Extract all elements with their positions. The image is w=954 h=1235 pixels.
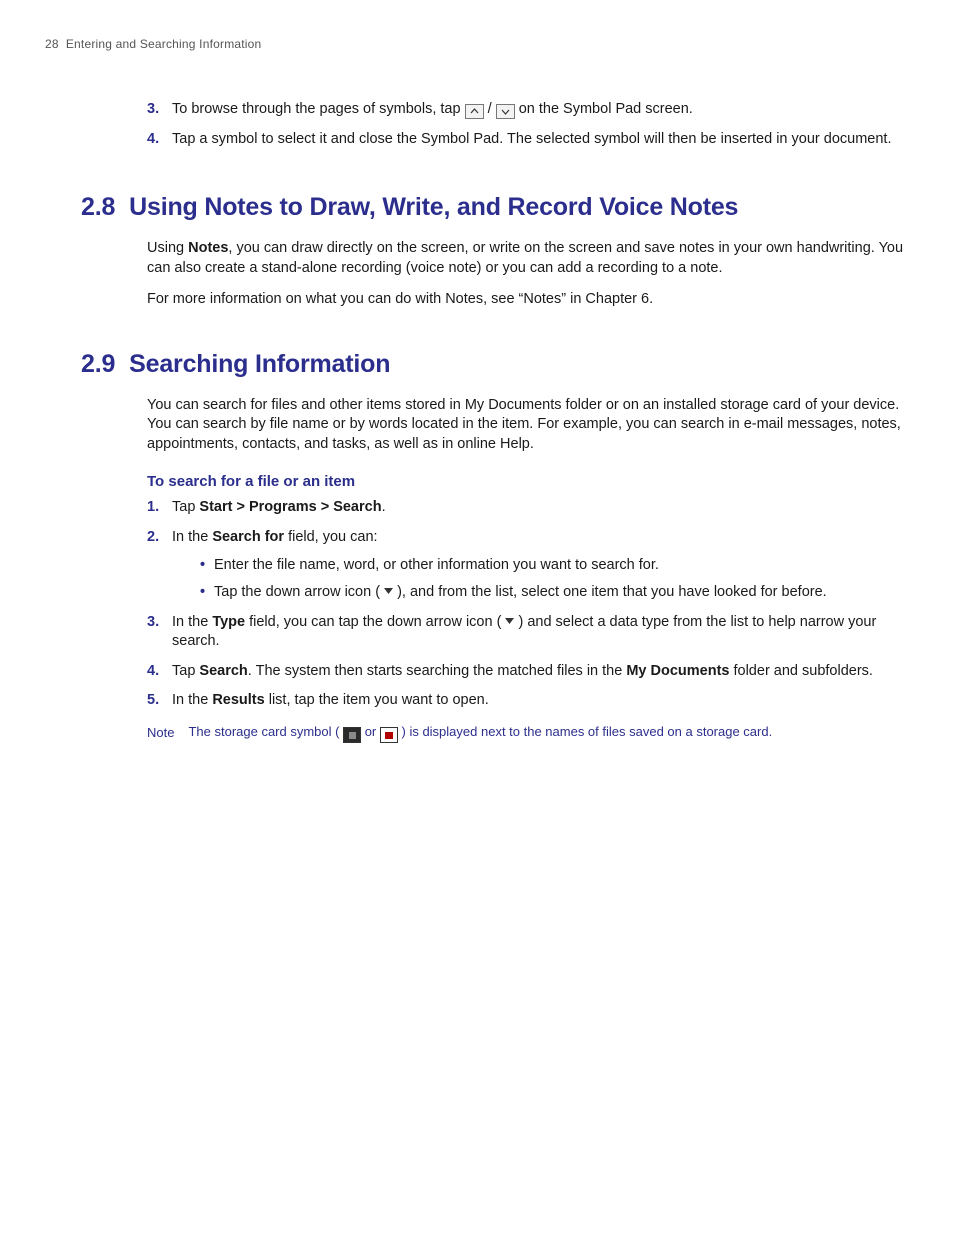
list-marker: 4. [147,130,159,150]
text-bold: Notes [188,240,228,256]
dropdown-arrow-icon [384,588,393,595]
list-marker: 4. [147,662,159,682]
paragraph: For more information on what you can do … [147,290,909,310]
separator: / [488,101,496,117]
list-item: 3. In the Type field, you can tap the do… [147,613,909,652]
text: Tap the down arrow icon ( [214,584,384,600]
storage-card-icon [380,727,398,743]
text-bold: Search for [212,529,284,545]
step-text: Tap a symbol to select it and close the … [172,131,891,147]
list-item: 1. Tap Start > Programs > Search. [147,498,909,518]
text: . [382,499,386,515]
text: field, you can: [284,529,378,545]
list-marker: 3. [147,100,159,120]
text-bold: Search [199,663,247,679]
list-item: Tap the down arrow icon ( ), and from th… [200,583,909,603]
list-item: Enter the file name, word, or other info… [200,556,909,576]
page-content: 3. To browse through the pages of symbol… [45,100,909,743]
list-item: 2. In the Search for field, you can: Ent… [147,528,909,603]
text: . The system then starts searching the m… [248,663,627,679]
list-item: 3. To browse through the pages of symbol… [147,100,909,120]
section-heading-2-8: 2.8 Using Notes to Draw, Write, and Reco… [81,191,909,225]
chapter-title: Entering and Searching Information [66,37,262,51]
section-heading-2-9: 2.9 Searching Information [81,348,909,382]
search-steps: 1. Tap Start > Programs > Search. 2. In … [147,498,909,711]
text-bold: Type [212,614,245,630]
storage-card-icon [343,727,361,743]
list-marker: 2. [147,528,159,548]
list-marker: 1. [147,498,159,518]
text: Tap [172,499,199,515]
text: , you can draw directly on the screen, o… [147,240,903,276]
section-number: 2.9 [81,348,115,382]
paragraph: Using Notes, you can draw directly on th… [147,239,909,278]
list-item: 4. Tap Search. The system then starts se… [147,662,909,682]
page: 28 Entering and Searching Information 3.… [0,0,954,1235]
text: Tap [172,663,199,679]
step-text: on the Symbol Pad screen. [519,101,693,117]
note-label: Note [147,724,174,742]
text-bold: Results [212,692,264,708]
note: Note The storage card symbol ( or ) is d… [147,723,909,744]
text: Using [147,240,188,256]
list-item: 5. In the Results list, tap the item you… [147,691,909,711]
text: list, tap the item you want to open. [265,692,489,708]
up-arrow-icon [465,104,484,119]
text: folder and subfolders. [729,663,872,679]
section-number: 2.8 [81,191,115,225]
symbol-pad-steps: 3. To browse through the pages of symbol… [147,100,909,149]
note-text: The storage card symbol ( or ) is displa… [188,723,909,744]
section-title: Searching Information [129,348,909,382]
text: or [361,724,380,739]
text: field, you can tap the down arrow icon ( [245,614,505,630]
down-arrow-icon [496,104,515,119]
text-bold: Start > Programs > Search [199,499,381,515]
text-bold: My Documents [626,663,729,679]
text: ) is displayed next to the names of file… [398,724,772,739]
subheading-to-search: To search for a file or an item [147,472,909,492]
text: The storage card symbol ( [188,724,343,739]
running-header: 28 Entering and Searching Information [45,36,909,52]
step-text: To browse through the pages of symbols, … [172,101,465,117]
text: ), and from the list, select one item th… [393,584,827,600]
text: In the [172,614,212,630]
paragraph: You can search for files and other items… [147,396,909,455]
list-item: 4. Tap a symbol to select it and close t… [147,130,909,150]
list-marker: 3. [147,613,159,633]
section-title: Using Notes to Draw, Write, and Record V… [129,191,909,225]
text: In the [172,529,212,545]
page-number: 28 [45,37,59,51]
list-marker: 5. [147,691,159,711]
text: In the [172,692,212,708]
sub-bullets: Enter the file name, word, or other info… [172,556,909,603]
